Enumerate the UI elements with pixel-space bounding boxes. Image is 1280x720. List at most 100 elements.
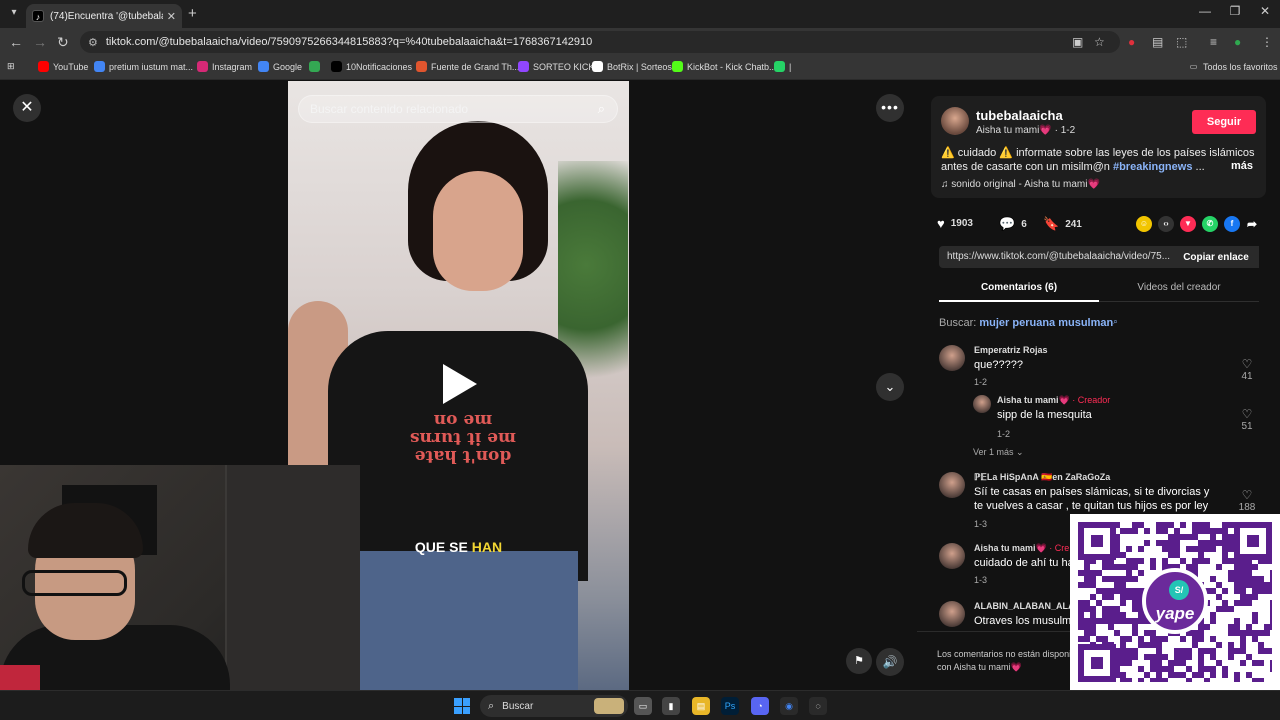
qr-module: [1156, 672, 1162, 678]
avatar[interactable]: [939, 345, 965, 371]
send-icon[interactable]: ▼: [1180, 216, 1196, 232]
bookmark-label: Google: [273, 61, 303, 72]
play-icon[interactable]: [443, 364, 477, 404]
copy-link-button[interactable]: Copiar enlace: [1173, 246, 1259, 268]
comment-like-button[interactable]: ♡ 41: [1235, 357, 1259, 382]
app-icon[interactable]: ◌: [809, 697, 827, 715]
bookmark-item[interactable]: Fuente de Grand Th...: [416, 61, 519, 72]
bookmark-item[interactable]: Instagram: [197, 61, 252, 72]
address-bar[interactable]: ⚙ tiktok.com/@tubebalaaicha/video/759097…: [80, 31, 1120, 53]
bookmark-item[interactable]: KickBot - Kick Chatb...: [672, 61, 777, 72]
qr-module: [1180, 636, 1186, 642]
share-friends-icon[interactable]: ☺: [1136, 216, 1152, 232]
comment-author[interactable]: Aisha tu mami💗 · Cre: [974, 543, 1069, 554]
restore-icon[interactable]: ❐: [1220, 4, 1250, 18]
qr-module: [1150, 558, 1156, 564]
avatar[interactable]: [939, 472, 965, 498]
reload-icon[interactable]: ↻: [57, 34, 69, 51]
avatar[interactable]: [939, 601, 965, 627]
tab-creator-videos[interactable]: Videos del creador: [1099, 278, 1259, 302]
more-description-link[interactable]: más: [1231, 160, 1253, 172]
bookmark-all-favorites[interactable]: ▭ Todos los favoritos: [1188, 61, 1278, 72]
back-icon[interactable]: ←: [9, 34, 23, 50]
creator-username[interactable]: tubebalaaicha: [976, 108, 1063, 123]
extension-record-icon[interactable]: ●: [1128, 35, 1135, 49]
qr-module: [1144, 540, 1150, 546]
tab-search-icon[interactable]: ▾: [6, 5, 22, 21]
like-button[interactable]: ♥ 1903: [937, 216, 973, 231]
close-video-button[interactable]: ✕: [13, 94, 41, 122]
minimize-icon[interactable]: —: [1190, 4, 1220, 18]
share-arrow-icon[interactable]: ➦: [1244, 216, 1260, 232]
menu-dots-icon[interactable]: ⋮: [1261, 35, 1273, 49]
comment-like-button[interactable]: ♡ 51: [1235, 407, 1259, 432]
search-icon[interactable]: ⌕: [598, 101, 605, 117]
qr-module: [1108, 564, 1114, 570]
save-button[interactable]: 🔖 241: [1043, 216, 1082, 232]
bookmark-item[interactable]: pretium iustum mat...: [94, 61, 193, 72]
bookmark-item[interactable]: [309, 61, 324, 72]
follow-button[interactable]: Seguir: [1192, 110, 1256, 134]
bookmark-item[interactable]: 10Notificaciones: [331, 61, 412, 72]
embed-icon[interactable]: ‹›: [1158, 216, 1174, 232]
extensions-puzzle-icon[interactable]: ⬚: [1176, 35, 1187, 49]
task-view-icon[interactable]: ▭: [634, 697, 652, 715]
bookmark-item[interactable]: BotRix | Sorteos: [592, 61, 672, 72]
site-info-icon[interactable]: ⚙: [88, 36, 98, 49]
tab-close-icon[interactable]: ✕: [167, 10, 176, 23]
window-close-icon[interactable]: ✕: [1250, 4, 1280, 18]
qr-module: [1252, 588, 1258, 594]
related-search-box[interactable]: ⌕: [298, 95, 618, 123]
windows-start-icon[interactable]: [454, 698, 470, 714]
bookmark-item[interactable]: SORTEO KICK: [518, 61, 594, 72]
related-search-input[interactable]: [310, 102, 580, 116]
tab-comments[interactable]: Comentarios (6): [939, 278, 1099, 302]
view-more-replies[interactable]: Ver 1 más ⌄: [973, 447, 1024, 458]
avatar[interactable]: [939, 543, 965, 569]
volume-icon[interactable]: 🔊: [876, 648, 904, 676]
comment-author[interactable]: Emperatriz Rojas: [974, 345, 1048, 355]
report-icon[interactable]: ⚑: [846, 648, 872, 674]
avatar[interactable]: [941, 107, 969, 135]
qr-module: [1132, 576, 1138, 582]
qr-module: [1126, 660, 1132, 666]
avatar[interactable]: [973, 395, 991, 413]
taskbar-search[interactable]: ⌕ Buscar: [480, 695, 628, 717]
comment-author[interactable]: Aisha tu mami💗 · Creador: [997, 395, 1110, 406]
bookmark-item[interactable]: YouTube: [38, 61, 88, 72]
media-control-icon[interactable]: ≡: [1210, 35, 1217, 49]
browser-tab-active[interactable]: ♪ (74)Encuentra '@tubebalaaicha ✕: [26, 4, 182, 28]
file-explorer-icon[interactable]: ▤: [692, 697, 710, 715]
comment-like-button[interactable]: ♡ 188: [1235, 488, 1259, 513]
qr-module: [1102, 612, 1108, 618]
comment-button[interactable]: 💬 6: [999, 216, 1027, 232]
comment-author[interactable]: ℙ𝔼La HiSpAnA 🇪🇸en ZaRaGoZa: [974, 472, 1110, 483]
app-icon[interactable]: ▮: [662, 697, 680, 715]
chrome-icon[interactable]: ◉: [780, 697, 798, 715]
qr-module: [1240, 570, 1246, 576]
qr-module: [1138, 612, 1144, 618]
bookmark-item[interactable]: Google: [258, 61, 302, 72]
bookmark-item[interactable]: |: [774, 61, 791, 72]
search-suggestion[interactable]: Buscar: mujer peruana musulman⌕: [939, 317, 1118, 329]
qr-module: [1198, 672, 1204, 678]
discord-icon[interactable]: ◔: [751, 697, 769, 715]
whatsapp-icon[interactable]: ✆: [1202, 216, 1218, 232]
next-video-chevron-icon[interactable]: ⌄: [876, 373, 904, 401]
qr-module: [1270, 600, 1272, 606]
all-favorites-label: Todos los favoritos: [1203, 61, 1278, 72]
photoshop-icon[interactable]: Ps: [721, 697, 739, 715]
qr-module: [1204, 666, 1210, 672]
sound-link[interactable]: ♫ sonido original - Aisha tu mami💗: [941, 179, 1100, 190]
more-options-button[interactable]: •••: [876, 94, 904, 122]
hashtag-link[interactable]: #breakingnews: [1113, 161, 1192, 173]
bookmark-star-icon[interactable]: ☆: [1094, 35, 1105, 49]
extension-icon[interactable]: ▤: [1152, 35, 1163, 49]
apps-grid-icon[interactable]: ⊞: [7, 61, 15, 72]
new-tab-icon[interactable]: +: [188, 5, 197, 22]
forward-icon[interactable]: →: [33, 34, 47, 50]
cast-icon[interactable]: ▣: [1072, 35, 1083, 49]
comment-author[interactable]: ALABIN_ALABAN_ALA: [974, 601, 1075, 611]
facebook-icon[interactable]: f: [1224, 216, 1240, 232]
profile-avatar[interactable]: ●: [1234, 35, 1241, 49]
